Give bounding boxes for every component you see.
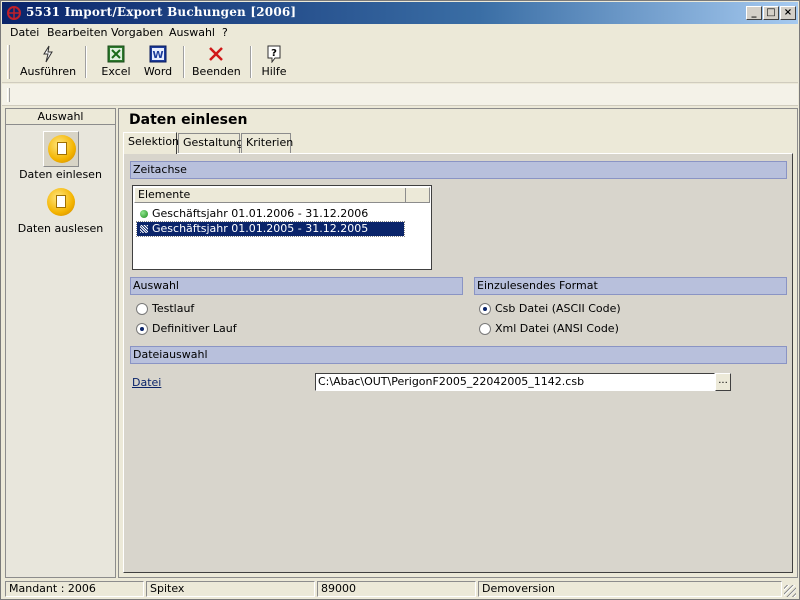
datei-link[interactable]: Datei <box>132 376 161 389</box>
import-icon <box>43 131 79 167</box>
title-bar[interactable]: 5531 Import/Export Buchungen [2006] _ □ … <box>2 2 798 24</box>
run-button[interactable]: Ausführen <box>20 43 76 81</box>
word-button[interactable]: W Word <box>140 43 176 81</box>
menu-bar: Datei Bearbeiten Vorgaben Auswahl ? <box>2 24 798 41</box>
minimize-button[interactable]: _ <box>746 6 762 20</box>
menu-datei[interactable]: Datei <box>10 26 39 39</box>
word-icon: W <box>149 45 167 63</box>
status-mandant: Mandant : 2006 <box>5 581 144 597</box>
radio-xml-datei[interactable]: Xml Datei (ANSI Code) <box>475 322 619 336</box>
sidebar: Auswahl Daten einlesen Daten auslesen <box>5 108 116 578</box>
lightning-icon <box>43 45 53 63</box>
section-dateiauswahl: Dateiauswahl <box>130 346 787 364</box>
tab-gestaltung[interactable]: Gestaltung <box>178 133 243 153</box>
menu-help[interactable]: ? <box>222 26 228 39</box>
maximize-button[interactable]: □ <box>763 6 779 20</box>
radio-testlauf[interactable]: Testlauf <box>132 302 194 316</box>
secondary-toolbar <box>2 84 798 106</box>
toolbar-separator <box>85 46 87 78</box>
quit-label: Beenden <box>192 65 241 78</box>
toolbar: Ausführen Excel W Word Beenden ? Hilfe <box>2 41 798 83</box>
help-icon: ? <box>267 45 281 63</box>
sidebar-item-label: Daten einlesen <box>19 168 102 181</box>
quit-button[interactable]: Beenden <box>192 43 241 81</box>
main-panel: Daten einlesen Selektion Gestaltung Krit… <box>118 108 798 578</box>
radio-csb-datei[interactable]: Csb Datei (ASCII Code) <box>475 302 621 316</box>
radio-label: Definitiver Lauf <box>152 322 237 335</box>
toolbar-separator <box>183 46 185 78</box>
radio-label: Testlauf <box>152 302 195 315</box>
radio-button-off <box>479 323 491 335</box>
list-item-label: Geschäftsjahr 01.01.2006 - 31.12.2006 <box>152 207 369 220</box>
radio-button-on <box>479 303 491 315</box>
file-path-input[interactable]: C:\Abac\OUT\PerigonF2005_22042005_1142.c… <box>315 373 715 391</box>
tab-kriterien[interactable]: Kriterien <box>241 133 293 153</box>
toolbar-grip[interactable] <box>7 45 10 79</box>
help-label: Hilfe <box>261 65 287 78</box>
excel-icon <box>107 45 125 63</box>
column-divider <box>405 188 406 202</box>
list-column-header[interactable]: Elemente <box>134 187 430 203</box>
app-logo-icon <box>7 6 21 20</box>
page-title: Daten einlesen <box>129 112 248 128</box>
status-bar: Mandant : 2006 Spitex 89000 Demoversion <box>2 580 798 599</box>
sidebar-item-daten-auslesen[interactable]: Daten auslesen <box>6 185 115 237</box>
radio-definitiver-lauf[interactable]: Definitiver Lauf <box>132 322 237 336</box>
status-number: 89000 <box>317 581 476 597</box>
window-title: 5531 Import/Export Buchungen [2006] <box>26 5 297 19</box>
app-window: 5531 Import/Export Buchungen [2006] _ □ … <box>0 0 800 600</box>
browse-button[interactable]: ... <box>715 373 731 391</box>
word-label: Word <box>143 65 173 78</box>
close-button[interactable]: × <box>780 6 796 20</box>
run-label: Ausführen <box>20 65 77 78</box>
column-elemente: Elemente <box>138 188 191 201</box>
radio-button-on <box>136 323 148 335</box>
section-auswahl: Auswahl <box>130 277 463 295</box>
svg-text:W: W <box>152 50 163 61</box>
excel-label: Excel <box>101 65 131 78</box>
radio-label: Csb Datei (ASCII Code) <box>495 302 621 315</box>
toolbar-grip[interactable] <box>7 88 10 102</box>
section-zeitachse: Zeitachse <box>130 161 787 179</box>
radio-button-off <box>136 303 148 315</box>
menu-vorgaben[interactable]: Vorgaben <box>111 26 163 39</box>
help-button[interactable]: ? Hilfe <box>258 43 290 81</box>
svg-text:?: ? <box>271 48 277 59</box>
resize-grip[interactable] <box>784 585 796 597</box>
hatched-dot-icon <box>140 225 148 233</box>
menu-auswahl[interactable]: Auswahl <box>169 26 215 39</box>
sidebar-item-label: Daten auslesen <box>17 222 104 235</box>
list-item-selected[interactable]: Geschäftsjahr 01.01.2005 - 31.12.2005 <box>136 221 405 237</box>
menu-bearbeiten[interactable]: Bearbeiten <box>47 26 107 39</box>
sidebar-item-daten-einlesen[interactable]: Daten einlesen <box>6 131 115 183</box>
status-firma: Spitex <box>146 581 315 597</box>
toolbar-separator <box>250 46 252 78</box>
section-format: Einzulesendes Format <box>474 277 787 295</box>
list-item-label: Geschäftsjahr 01.01.2005 - 31.12.2005 <box>152 222 369 235</box>
export-icon <box>43 185 79 221</box>
radio-label: Xml Datei (ANSI Code) <box>495 322 619 335</box>
sidebar-header: Auswahl <box>6 109 115 125</box>
green-dot-icon <box>140 210 148 218</box>
close-x-icon <box>209 47 223 61</box>
excel-button[interactable]: Excel <box>98 43 134 81</box>
list-item[interactable]: Geschäftsjahr 01.01.2006 - 31.12.2006 <box>137 207 368 221</box>
status-version: Demoversion <box>478 581 782 597</box>
zeitachse-list[interactable]: Elemente Geschäftsjahr 01.01.2006 - 31.1… <box>132 185 432 270</box>
tab-selektion[interactable]: Selektion <box>123 132 179 154</box>
